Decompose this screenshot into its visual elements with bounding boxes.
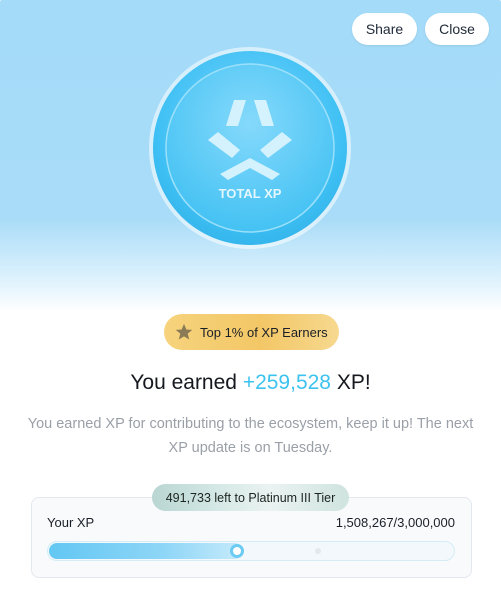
rank-badge: Top 1% of XP Earners bbox=[164, 314, 339, 350]
close-button[interactable]: Close bbox=[425, 13, 489, 45]
xp-progress-knob bbox=[230, 544, 244, 558]
headline-suffix: XP! bbox=[331, 371, 371, 394]
coin-label: TOTAL XP bbox=[219, 186, 282, 201]
share-button[interactable]: Share bbox=[352, 13, 417, 45]
earned-headline: You earned +259,528 XP! bbox=[0, 371, 501, 395]
your-xp-value: 1,508,267/3,000,000 bbox=[335, 515, 455, 530]
xp-progress-fill bbox=[49, 543, 243, 559]
your-xp-label: Your XP bbox=[47, 515, 95, 530]
xp-coin-graphic: TOTAL XP bbox=[149, 47, 351, 249]
tier-remaining-pill: 491,733 left to Platinum III Tier bbox=[152, 484, 349, 511]
badge-label: Top 1% of XP Earners bbox=[200, 324, 328, 340]
total-xp-coin: TOTAL XP bbox=[148, 46, 352, 250]
earned-amount: +259,528 bbox=[242, 371, 331, 394]
xp-progress-track bbox=[47, 541, 455, 561]
xp-summary-card: Share Close TOTAL XP Top 1% of XP Earner… bbox=[0, 0, 501, 616]
headline-prefix: You earned bbox=[130, 371, 243, 394]
tier-marker bbox=[315, 548, 321, 554]
earned-description: You earned XP for contributing to the ec… bbox=[27, 416, 474, 456]
star-icon bbox=[175, 323, 193, 340]
